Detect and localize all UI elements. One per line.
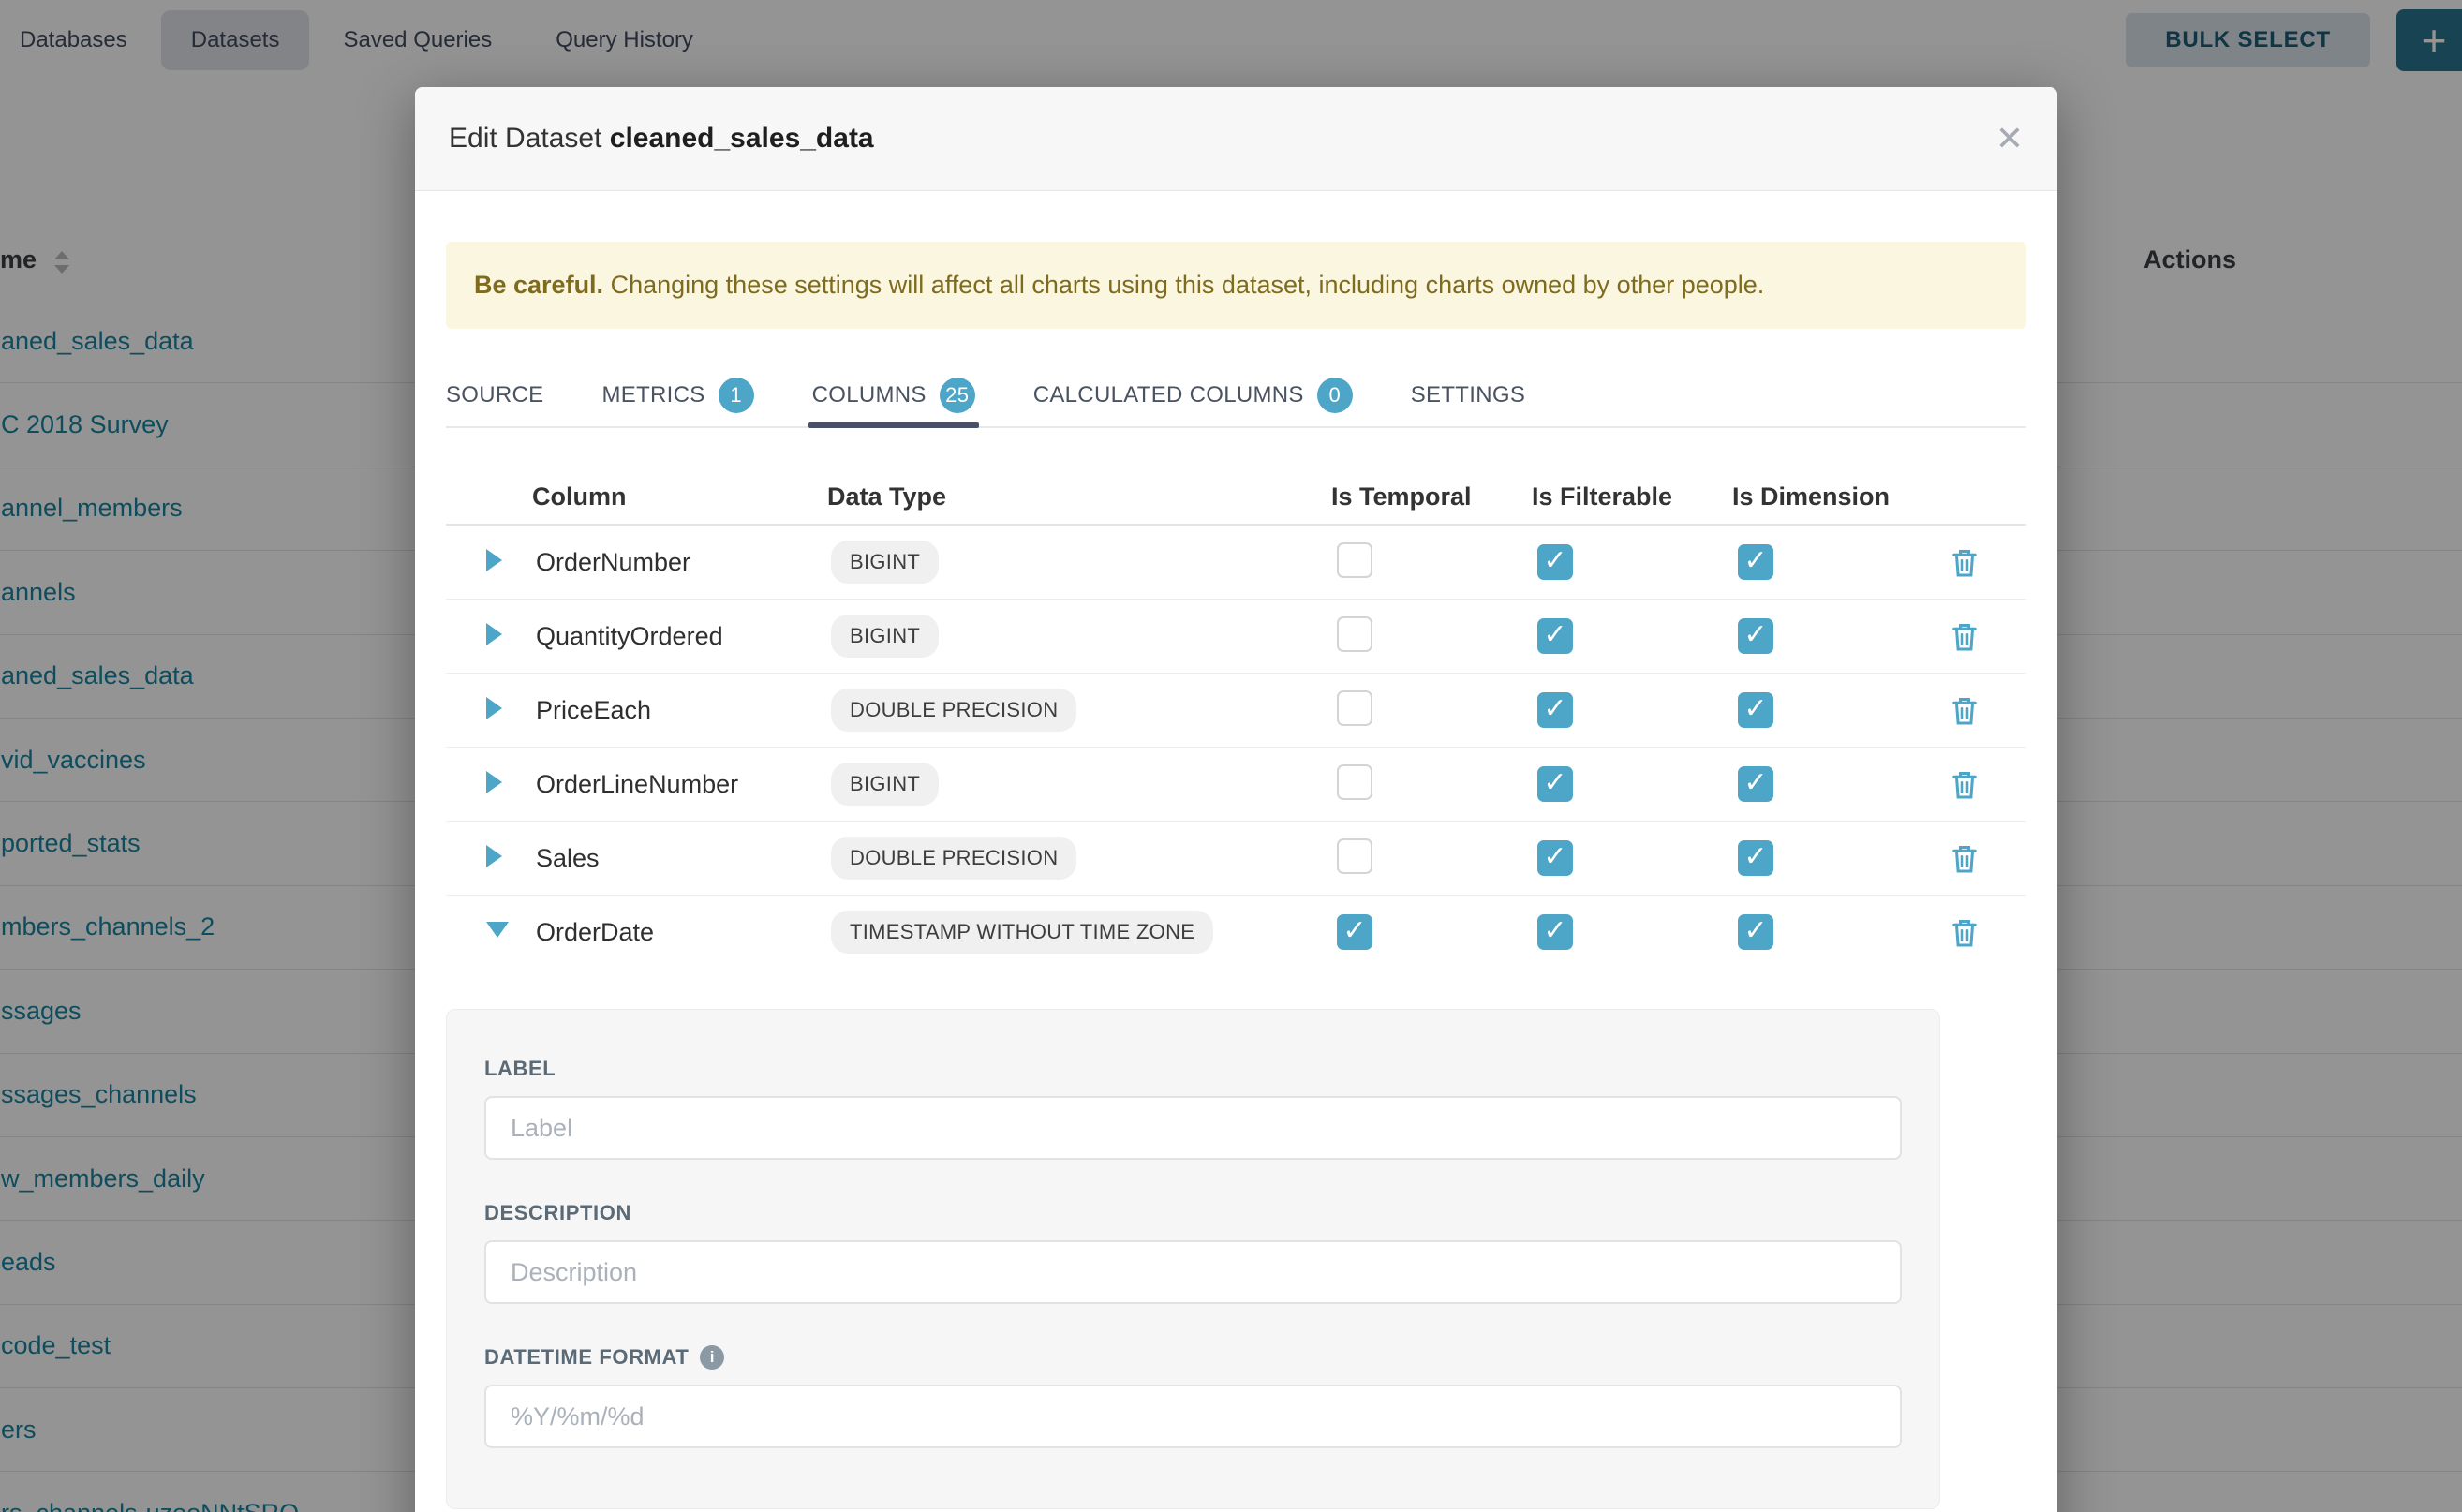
is-temporal-checkbox[interactable] [1337, 690, 1372, 726]
tab-count-badge: 0 [1317, 378, 1353, 413]
data-type-pill: BIGINT [831, 615, 939, 658]
tab-label: COLUMNS [812, 382, 927, 408]
tab-label: METRICS [601, 382, 704, 408]
data-type-pill: DOUBLE PRECISION [831, 689, 1076, 732]
is-dimension-checkbox[interactable] [1738, 544, 1773, 580]
is-filterable-checkbox[interactable] [1537, 914, 1573, 950]
label-input[interactable] [484, 1096, 1902, 1160]
tab-label: SOURCE [446, 382, 543, 408]
tab-settings[interactable]: SETTINGS [1411, 364, 1525, 426]
data-type-header: Data Type [825, 482, 1329, 511]
description-field-label: DESCRIPTION [484, 1201, 1902, 1225]
column-name: OrderLineNumber [536, 770, 738, 798]
column-name: OrderDate [536, 918, 654, 946]
columns-table: Column Data Type Is Temporal Is Filterab… [446, 469, 2026, 969]
is-temporal-header: Is Temporal [1329, 482, 1530, 511]
is-filterable-checkbox[interactable] [1537, 766, 1573, 802]
tab-calculated-columns[interactable]: CALCULATED COLUMNS 0 [1033, 364, 1353, 426]
is-dimension-checkbox[interactable] [1738, 692, 1773, 728]
delete-trash-icon[interactable] [1950, 917, 1979, 948]
is-filterable-header: Is Filterable [1530, 482, 1730, 511]
datasets-page: DatabasesDatasetsSaved QueriesQuery Hist… [0, 0, 2462, 1512]
delete-trash-icon[interactable] [1950, 547, 1979, 578]
column-row: QuantityOrdered BIGINT [446, 600, 2026, 674]
column-header: Column [530, 482, 825, 511]
tab-label: SETTINGS [1411, 382, 1525, 408]
is-temporal-checkbox[interactable] [1337, 616, 1372, 652]
column-name: QuantityOrdered [536, 622, 723, 650]
column-name: Sales [536, 844, 600, 872]
warning-banner-text: Changing these settings will affect all … [611, 271, 1765, 299]
modal-tabs: SOURCE METRICS 1 COLUMNS 25 CALCULATED C… [446, 364, 2026, 428]
is-temporal-checkbox[interactable] [1337, 914, 1372, 950]
columns-table-header: Column Data Type Is Temporal Is Filterab… [446, 469, 2026, 526]
column-name: PriceEach [536, 696, 651, 724]
is-temporal-checkbox[interactable] [1337, 542, 1372, 578]
column-detail-panel: LABEL DESCRIPTION DATETIME FORMAT i [446, 1009, 1940, 1509]
delete-trash-icon[interactable] [1950, 621, 1979, 652]
close-icon[interactable]: ✕ [1995, 122, 2024, 156]
tab-metrics[interactable]: METRICS 1 [601, 364, 753, 426]
data-type-pill: BIGINT [831, 541, 939, 584]
column-row: OrderDate TIMESTAMP WITHOUT TIME ZONE [446, 896, 2026, 969]
warning-banner: Be careful. Changing these settings will… [446, 242, 2026, 329]
is-filterable-checkbox[interactable] [1537, 692, 1573, 728]
modal-title-dataset-name: cleaned_sales_data [610, 123, 874, 154]
data-type-pill: TIMESTAMP WITHOUT TIME ZONE [831, 911, 1213, 954]
edit-dataset-modal: Edit Dataset cleaned_sales_data ✕ Be car… [415, 87, 2057, 1512]
expand-caret-icon[interactable] [486, 549, 502, 571]
tab-count-badge: 1 [719, 378, 754, 413]
label-field-label: LABEL [484, 1057, 1902, 1081]
is-filterable-checkbox[interactable] [1537, 840, 1573, 876]
data-type-pill: DOUBLE PRECISION [831, 837, 1076, 880]
tab-columns[interactable]: COLUMNS 25 [812, 364, 975, 426]
info-icon[interactable]: i [700, 1345, 724, 1370]
warning-banner-bold: Be careful. [474, 271, 603, 299]
modal-title-prefix: Edit Dataset [449, 123, 601, 154]
expand-caret-icon[interactable] [486, 771, 502, 793]
column-row: Sales DOUBLE PRECISION [446, 822, 2026, 896]
is-filterable-checkbox[interactable] [1537, 618, 1573, 654]
datetime-format-input[interactable] [484, 1385, 1902, 1448]
delete-trash-icon[interactable] [1950, 769, 1979, 800]
is-temporal-checkbox[interactable] [1337, 764, 1372, 800]
column-row: OrderNumber BIGINT [446, 526, 2026, 600]
delete-trash-icon[interactable] [1950, 843, 1979, 874]
modal-title: Edit Dataset cleaned_sales_data [449, 123, 874, 155]
is-dimension-checkbox[interactable] [1738, 618, 1773, 654]
expand-caret-icon[interactable] [486, 697, 502, 719]
delete-trash-icon[interactable] [1950, 695, 1979, 726]
is-dimension-header: Is Dimension [1730, 482, 1931, 511]
description-input[interactable] [484, 1240, 1902, 1304]
tab-count-badge: 25 [940, 378, 975, 413]
column-row: PriceEach DOUBLE PRECISION [446, 674, 2026, 748]
is-temporal-checkbox[interactable] [1337, 838, 1372, 874]
expand-caret-icon[interactable] [486, 623, 502, 645]
column-row: OrderLineNumber BIGINT [446, 748, 2026, 822]
expand-caret-icon[interactable] [486, 845, 502, 867]
data-type-pill: BIGINT [831, 763, 939, 806]
datetime-format-field-label: DATETIME FORMAT i [484, 1345, 1902, 1370]
tab-label: CALCULATED COLUMNS [1033, 382, 1304, 408]
modal-body: Be careful. Changing these settings will… [415, 242, 2057, 1509]
modal-header: Edit Dataset cleaned_sales_data ✕ [415, 87, 2057, 191]
is-dimension-checkbox[interactable] [1738, 914, 1773, 950]
tab-source[interactable]: SOURCE [446, 364, 543, 426]
is-dimension-checkbox[interactable] [1738, 840, 1773, 876]
expand-caret-icon[interactable] [486, 922, 509, 938]
is-filterable-checkbox[interactable] [1537, 544, 1573, 580]
is-dimension-checkbox[interactable] [1738, 766, 1773, 802]
column-name: OrderNumber [536, 548, 690, 576]
